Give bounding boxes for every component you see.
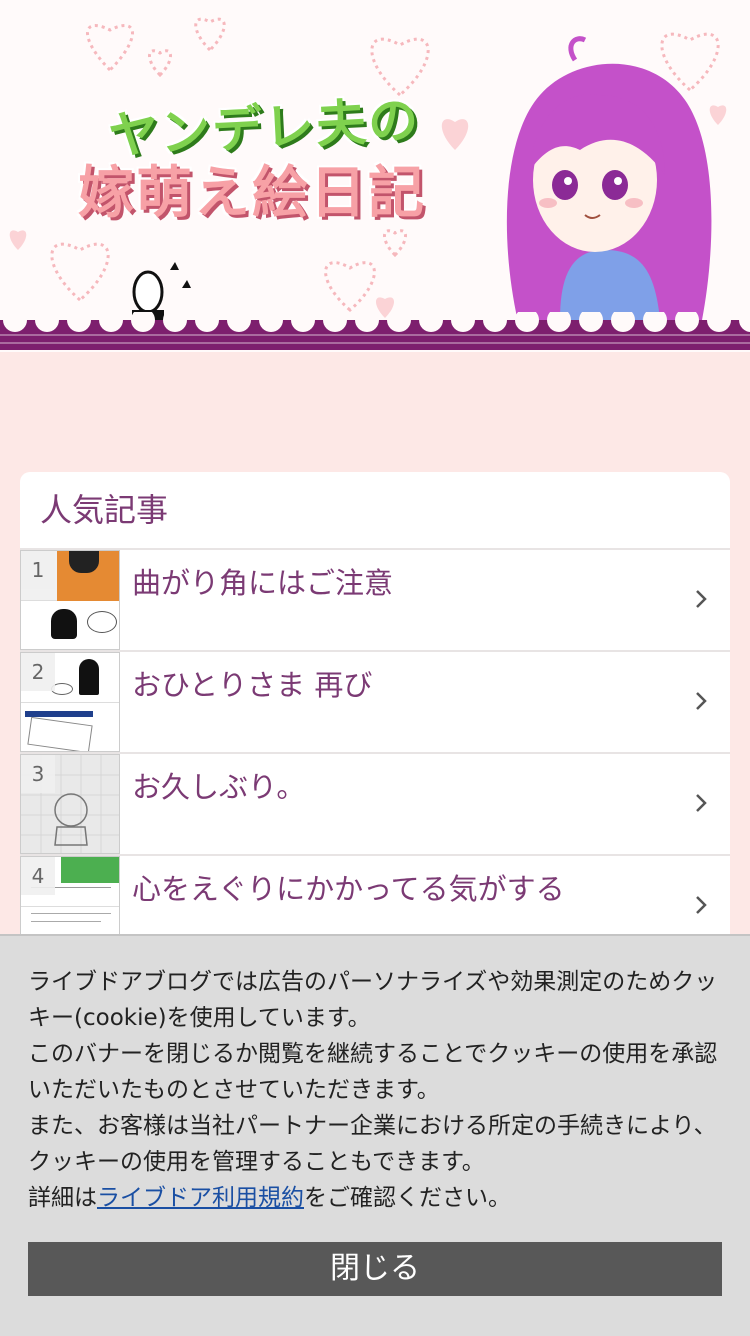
article-title-link[interactable]: おひとりさま 再び [132,662,372,704]
article-thumbnail: 3 [20,754,120,854]
lace-border-decoration [0,312,750,350]
blog-header-banner[interactable]: ヤンデレ夫の 嫁萌え絵日記 [0,0,750,352]
cookie-notice-line: 詳細はライブドア利用規約をご確認ください。 [28,1180,728,1216]
article-title-link[interactable]: 曲がり角にはご注意 [132,560,393,602]
article-rank-badge: 2 [21,653,55,691]
cookie-notice-line: ライブドアブログでは広告のパーソナライズや効果測定のためクッキー(cookie)… [28,969,718,1031]
article-thumbnail: 2 [20,652,120,752]
cookie-consent-text: ライブドアブログでは広告のパーソナライズや効果測定のためクッキー(cookie)… [28,964,728,1216]
article-rank-badge: 3 [21,755,55,793]
article-rank-badge: 4 [21,857,55,895]
article-thumbnail: 1 [20,550,120,650]
chevron-right-icon [696,590,707,608]
details-prefix-text: 詳細は [28,1185,97,1211]
popular-articles-panel: 人気記事 1 曲がり角にはご注意 2 おひとりさま 再び 3 お久しぶり。 4 … [20,472,730,958]
chevron-right-icon [696,896,707,914]
popular-articles-heading: 人気記事 [20,472,730,550]
cookie-notice-line: また、お客様は当社パートナー企業における所定の手続きにより、クッキーの使用を管理… [28,1113,717,1175]
close-cookie-banner-button[interactable]: 閉じる [28,1242,722,1296]
popular-article-item[interactable]: 1 曲がり角にはご注意 [20,550,730,652]
blog-logo-title-line2: 嫁萌え絵日記 [78,161,426,226]
chevron-right-icon [696,794,707,812]
details-suffix-text: をご確認ください。 [304,1185,511,1211]
popular-article-item[interactable]: 2 おひとりさま 再び [20,652,730,754]
girl-illustration [506,36,712,320]
popular-article-item[interactable]: 3 お久しぶり。 [20,754,730,856]
terms-of-service-link[interactable]: ライブドア利用規約 [97,1185,304,1211]
article-title-link[interactable]: お久しぶり。 [132,764,305,806]
article-title-link[interactable]: 心をえぐりにかかってる気がする [132,866,565,908]
article-rank-badge: 1 [21,551,55,589]
chevron-right-icon [696,692,707,710]
cookie-consent-banner: ライブドアブログでは広告のパーソナライズや効果測定のためクッキー(cookie)… [0,934,750,1336]
cookie-notice-line: このバナーを閉じるか閲覧を継続することでクッキーの使用を承認いただいたものとさせ… [28,1041,718,1103]
